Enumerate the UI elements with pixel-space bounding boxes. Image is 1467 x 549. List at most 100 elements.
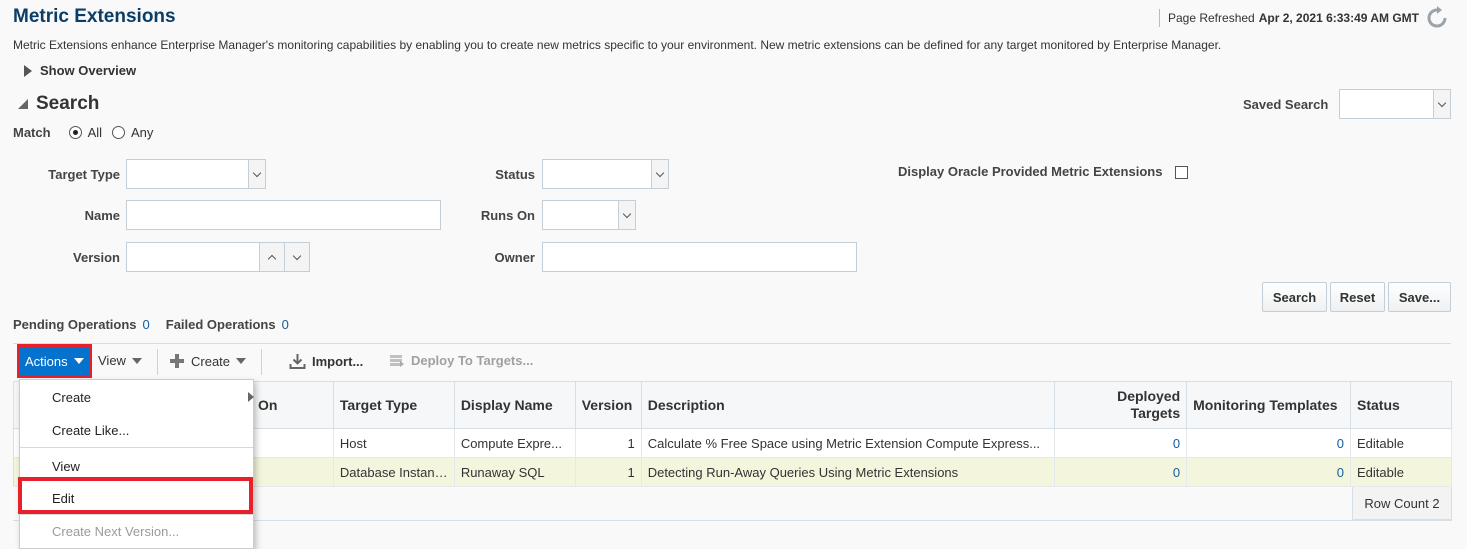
search-section-toggle[interactable]: Search [18, 93, 99, 115]
dropdown-button[interactable] [1433, 90, 1450, 118]
menu-item-create-like[interactable]: Create Like... [52, 423, 129, 438]
dropdown-button[interactable] [248, 160, 265, 188]
cell-display-name: Runaway SQL [454, 457, 576, 487]
edit-highlight-box [18, 477, 253, 514]
divider [1158, 9, 1160, 27]
runs-on-label: Runs On [480, 208, 535, 223]
page-description: Metric Extensions enhance Enterprise Man… [13, 38, 1222, 52]
chevron-down-icon [1437, 98, 1447, 107]
import-button[interactable]: Import... [289, 353, 363, 370]
caret-down-icon [236, 358, 247, 364]
menu-separator [20, 514, 253, 515]
version-stepper[interactable] [126, 242, 310, 272]
save-search-button[interactable]: Save... [1388, 282, 1451, 312]
caret-down-icon [73, 358, 84, 364]
column-header-deployed-targets[interactable]: Deployed Targets [1054, 381, 1188, 429]
show-overview-toggle[interactable]: Show Overview [24, 63, 136, 78]
search-heading: Search [36, 93, 100, 114]
match-group: Match All Any [13, 125, 153, 140]
display-oracle-checkbox[interactable] [1175, 166, 1188, 179]
display-oracle-label: Display Oracle Provided Metric Extension… [898, 164, 1163, 179]
toolbar-separator [261, 349, 262, 375]
match-all-radio[interactable] [68, 126, 82, 139]
cell-status: Editable [1350, 428, 1452, 458]
submenu-arrow-icon [248, 392, 254, 402]
cell-monitoring-templates[interactable]: 0 [1186, 457, 1351, 487]
column-header-display-name[interactable]: Display Name [454, 381, 576, 429]
failed-operations-count[interactable]: 0 [282, 317, 289, 332]
menu-separator [20, 447, 253, 448]
cell-deployed-targets[interactable]: 0 [1054, 428, 1188, 458]
chevron-down-icon [655, 168, 665, 177]
show-overview-label: Show Overview [40, 63, 137, 78]
target-type-label: Target Type [48, 167, 120, 182]
menu-item-view[interactable]: View [52, 459, 80, 474]
toolbar-divider [13, 343, 1451, 344]
search-button[interactable]: Search [1262, 282, 1327, 312]
saved-search-label: Saved Search [1243, 97, 1329, 112]
create-menu-button[interactable]: Create [169, 353, 247, 369]
refresh-icon[interactable] [1425, 6, 1449, 30]
cell-version: 1 [575, 457, 642, 487]
deploy-label: Deploy To Targets... [411, 353, 534, 368]
match-label: Match [13, 125, 51, 140]
menu-item-create[interactable]: Create [52, 390, 254, 405]
match-all-label: All [87, 125, 103, 140]
column-header-version[interactable]: Version [575, 381, 642, 429]
view-menu-button[interactable]: View [98, 353, 142, 368]
status-label: Status [495, 167, 535, 182]
owner-input[interactable] [542, 242, 857, 272]
owner-label: Owner [494, 250, 535, 265]
column-header-target-type[interactable]: Target Type [333, 381, 455, 429]
dropdown-button[interactable] [618, 201, 635, 229]
cell-status: Editable [1350, 457, 1452, 487]
cell-target-type: Database Instance [333, 457, 455, 487]
actions-label: Actions [25, 353, 68, 369]
chevron-down-icon [252, 168, 262, 177]
cell-description: Calculate % Free Space using Metric Exte… [641, 428, 1056, 458]
cell-version: 1 [575, 428, 642, 458]
cell-monitoring-templates[interactable]: 0 [1186, 428, 1351, 458]
name-input[interactable] [126, 200, 441, 230]
actions-menu-button[interactable]: Actions [17, 344, 92, 378]
page-refresh-info: Page Refreshed Apr 2, 2021 6:33:49 AM GM… [1158, 6, 1449, 30]
pending-operations-label: Pending Operations [13, 317, 137, 332]
caret-down-icon [131, 357, 142, 364]
chevron-down-icon [622, 209, 632, 218]
runs-on-select[interactable] [542, 200, 636, 230]
column-header-monitoring-templates[interactable]: Monitoring Templates [1186, 381, 1351, 429]
cell-deployed-targets[interactable]: 0 [1054, 457, 1188, 487]
chevron-down-icon [292, 251, 302, 260]
plus-icon [170, 354, 184, 368]
saved-search-select[interactable] [1339, 89, 1451, 119]
reset-button[interactable]: Reset [1330, 282, 1385, 312]
toolbar-separator [157, 349, 158, 375]
increment-button[interactable] [259, 243, 284, 271]
column-header-status[interactable]: Status [1350, 381, 1452, 429]
expand-arrow-icon [24, 64, 32, 77]
deploy-icon [390, 355, 404, 367]
collapse-arrow-icon [18, 99, 28, 109]
name-label: Name [84, 208, 120, 223]
targets-label: Targets [1130, 405, 1181, 421]
column-header-description[interactable]: Description [641, 381, 1056, 429]
cell-display-name: Compute Expre... [454, 428, 576, 458]
cell-description: Detecting Run-Away Queries Using Metric … [641, 457, 1056, 487]
pending-operations-count[interactable]: 0 [143, 317, 150, 332]
menu-item-create-next-version: Create Next Version... [52, 524, 180, 539]
menu-item-create-label: Create [52, 390, 92, 405]
dropdown-button[interactable] [651, 160, 668, 188]
status-select[interactable] [542, 159, 669, 189]
refreshed-value: Apr 2, 2021 6:33:49 AM GMT [1258, 11, 1419, 25]
actions-dropdown-menu: Create Create Like... View Edit Create N… [19, 379, 254, 549]
target-type-select[interactable] [126, 159, 266, 189]
deployed-label: Deployed [1117, 388, 1181, 404]
match-any-radio[interactable] [112, 126, 126, 139]
deploy-to-targets-button[interactable]: Deploy To Targets... [389, 353, 533, 368]
view-label: View [98, 353, 126, 368]
row-count: Row Count 2 [1352, 487, 1452, 520]
version-label: Version [73, 250, 120, 265]
create-label: Create [191, 353, 231, 369]
refreshed-label: Page Refreshed [1167, 11, 1255, 25]
decrement-button[interactable] [284, 243, 309, 271]
